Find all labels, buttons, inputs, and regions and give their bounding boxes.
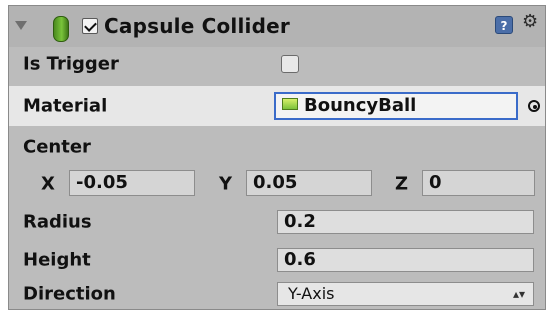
center-vector-row: X -0.05 Y 0.05 Z 0 — [9, 164, 545, 204]
capsule-collider-icon — [53, 16, 69, 42]
help-icon[interactable]: ? — [495, 16, 513, 34]
object-picker-icon[interactable] — [528, 100, 540, 112]
material-row: Material BouncyBall — [9, 86, 545, 126]
radius-label: Radius — [23, 211, 92, 233]
height-row: Height 0.6 — [9, 242, 545, 278]
material-label: Material — [23, 95, 108, 117]
material-object-field[interactable]: BouncyBall — [274, 92, 518, 120]
center-x-field[interactable]: -0.05 — [69, 170, 195, 196]
foldout-triangle-icon[interactable] — [15, 21, 27, 30]
center-y-field[interactable]: 0.05 — [246, 170, 372, 196]
capsule-collider-inspector-panel: Capsule Collider ? ⚙ Is Trigger Material… — [8, 5, 546, 310]
center-label: Center — [23, 136, 91, 158]
center-z-label: Z — [395, 173, 409, 195]
direction-value: Y-Axis — [288, 284, 335, 303]
height-field[interactable]: 0.6 — [277, 248, 534, 272]
height-label: Height — [23, 249, 91, 271]
physic-material-icon — [282, 98, 298, 110]
is-trigger-checkbox[interactable] — [281, 55, 299, 73]
center-y-label: Y — [219, 173, 233, 195]
material-value: BouncyBall — [304, 95, 417, 116]
dropdown-arrows-icon: ▴▾ — [512, 287, 525, 301]
radius-field[interactable]: 0.2 — [277, 210, 534, 234]
center-label-row: Center — [9, 130, 545, 164]
direction-label: Direction — [23, 283, 116, 305]
is-trigger-row: Is Trigger — [9, 47, 545, 81]
is-trigger-label: Is Trigger — [23, 53, 119, 75]
component-header[interactable]: Capsule Collider ? ⚙ — [9, 6, 545, 47]
component-title: Capsule Collider — [104, 14, 290, 38]
direction-dropdown[interactable]: Y-Axis ▴▾ — [277, 282, 534, 306]
gear-icon[interactable]: ⚙ — [522, 12, 542, 32]
direction-row: Direction Y-Axis ▴▾ — [9, 278, 545, 310]
center-z-field[interactable]: 0 — [422, 170, 535, 196]
center-x-label: X — [41, 173, 55, 195]
component-enabled-checkbox[interactable] — [82, 18, 98, 34]
radius-row: Radius 0.2 — [9, 204, 545, 240]
